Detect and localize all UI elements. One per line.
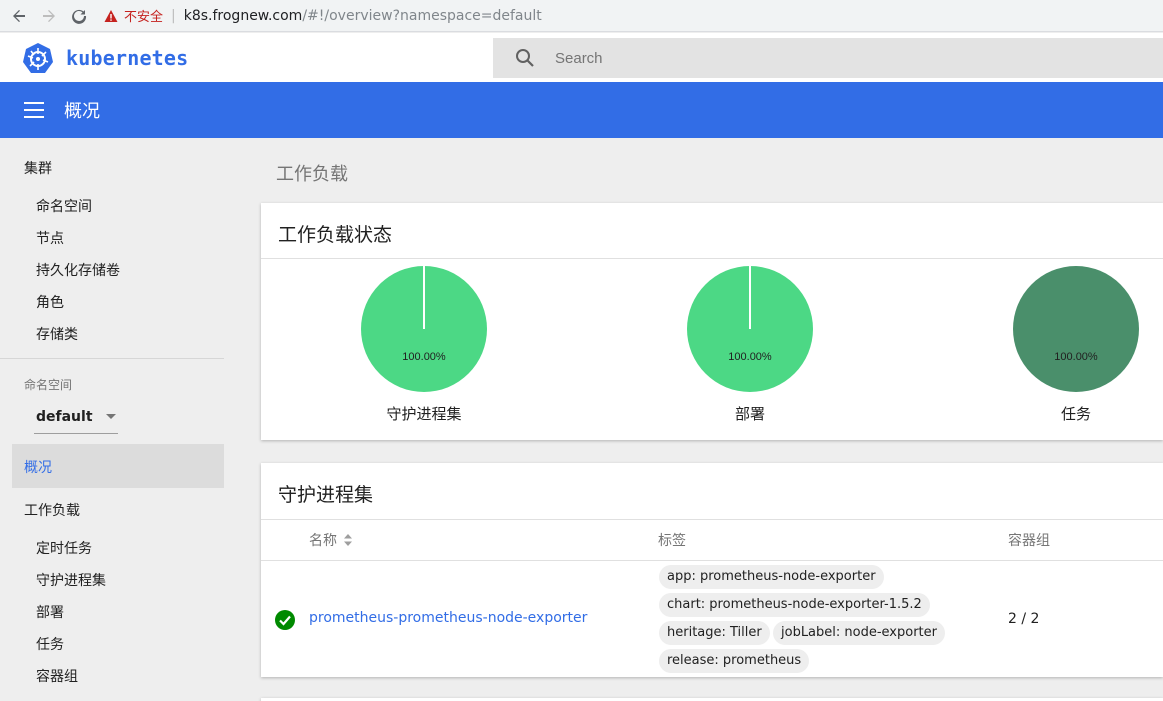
search-input[interactable] [555,49,1055,67]
pie-label-daemonsets: 守护进程集 [386,405,462,423]
pie-label-deployments: 部署 [734,405,765,423]
label-chip: chart: prometheus-node-exporter-1.5.2 [659,593,930,617]
check-circle-icon [275,610,295,630]
workload-status-title: 工作负载状态 [278,224,393,246]
sidebar-item-daemon-sets[interactable]: 守护进程集 [36,570,106,590]
sidebar-item-overview[interactable]: 概况 [12,444,224,488]
label-chip: jobLabel: node-exporter [773,621,945,645]
sidebar-item-jobs[interactable]: 任务 [36,634,64,654]
sidebar-item-nodes[interactable]: 节点 [36,228,64,248]
menu-icon[interactable] [24,102,44,118]
url-text: k8s.frognew.com/#!/overview?namespace=de… [184,8,542,24]
browser-bar: 不安全 | k8s.frognew.com/#!/overview?namesp… [0,0,1163,32]
sort-icon[interactable] [343,533,353,547]
pie-svg: 100.00% [1013,266,1139,392]
header-divider [261,560,1163,561]
url-separator: | [171,7,176,24]
warning-icon [104,9,118,22]
sidebar-item-pods[interactable]: 容器组 [36,666,78,686]
card-divider [261,258,1163,259]
daemonset-name-link[interactable]: prometheus-prometheus-node-exporter [309,610,587,626]
daemonsets-title: 守护进程集 [278,484,374,506]
label-chip: heritage: Tiller [659,621,770,645]
pie-percent-label: 100.00% [1054,351,1098,363]
section-heading-workloads: 工作负载 [276,164,348,185]
label-chip: release: prometheus [659,649,810,673]
column-header-pods: 容器组 [1008,533,1050,549]
daemonsets-card: 守护进程集 名称 标签 容器组 prometheus-prometheus-no… [261,463,1163,677]
sidebar-item-storage-classes[interactable]: 存储类 [36,324,78,344]
pods-count: 2 / 2 [1008,611,1040,627]
sidebar-item-persistent-volumes[interactable]: 持久化存储卷 [36,260,120,280]
sidebar-item-namespaces[interactable]: 命名空间 [36,196,92,216]
pie-chart-jobs[interactable]: 100.00% 任务 [976,265,1163,424]
sidebar-item-overview-label: 概况 [24,460,52,476]
namespace-label: 命名空间 [24,378,73,392]
pie-percent-label: 100.00% [728,351,772,363]
card-divider [261,519,1163,520]
brand-name[interactable]: kubernetes [66,46,188,70]
reload-icon[interactable] [68,5,90,27]
pie-chart-daemonsets[interactable]: 100.00% 守护进程集 [324,265,524,424]
pie-chart-deployments[interactable]: 100.00% 部署 [650,265,850,424]
column-header-name[interactable]: 名称 [309,530,353,550]
forward-icon[interactable] [38,5,60,27]
namespace-select[interactable]: default [34,400,118,434]
pie-slice-succeeded [1013,266,1139,392]
pie-percent-label: 100.00% [402,351,446,363]
sidebar-section-workloads[interactable]: 工作负载 [24,500,80,520]
column-header-labels: 标签 [658,533,686,549]
chevron-down-icon [106,414,116,419]
namespace-value: default [36,408,93,425]
column-header-name-label: 名称 [309,533,337,549]
toolbar: 概况 [0,82,1163,138]
sidebar-item-cron-jobs[interactable]: 定时任务 [36,538,92,558]
app-header: kubernetes [0,33,1163,82]
back-icon[interactable] [8,5,30,27]
pie-svg: 100.00% [687,266,813,392]
page-title: 概况 [64,101,100,122]
sidebar-divider [0,358,224,359]
url-path: /#!/overview?namespace=default [302,7,542,24]
search-icon [516,49,534,67]
workload-status-card: 工作负载状态 100.00% 守护进程集 100.00% 部署 100.00% … [261,203,1163,440]
pie-label-jobs: 任务 [1060,405,1091,423]
sidebar-section-cluster[interactable]: 集群 [24,158,52,178]
sidebar: 集群 命名空间 节点 持久化存储卷 角色 存储类 命名空间 default 概况… [0,138,236,701]
search-box[interactable] [493,38,1163,78]
url-host: k8s.frognew.com [183,7,303,24]
address-bar[interactable]: 不安全 | k8s.frognew.com/#!/overview?namesp… [104,2,542,30]
pie-svg: 100.00% [361,266,487,392]
label-chip: app: prometheus-node-exporter [659,565,884,589]
sidebar-item-roles[interactable]: 角色 [36,292,64,312]
sidebar-item-deployments[interactable]: 部署 [36,602,64,622]
kubernetes-logo-icon[interactable] [22,42,54,74]
security-label: 不安全 [124,10,164,25]
